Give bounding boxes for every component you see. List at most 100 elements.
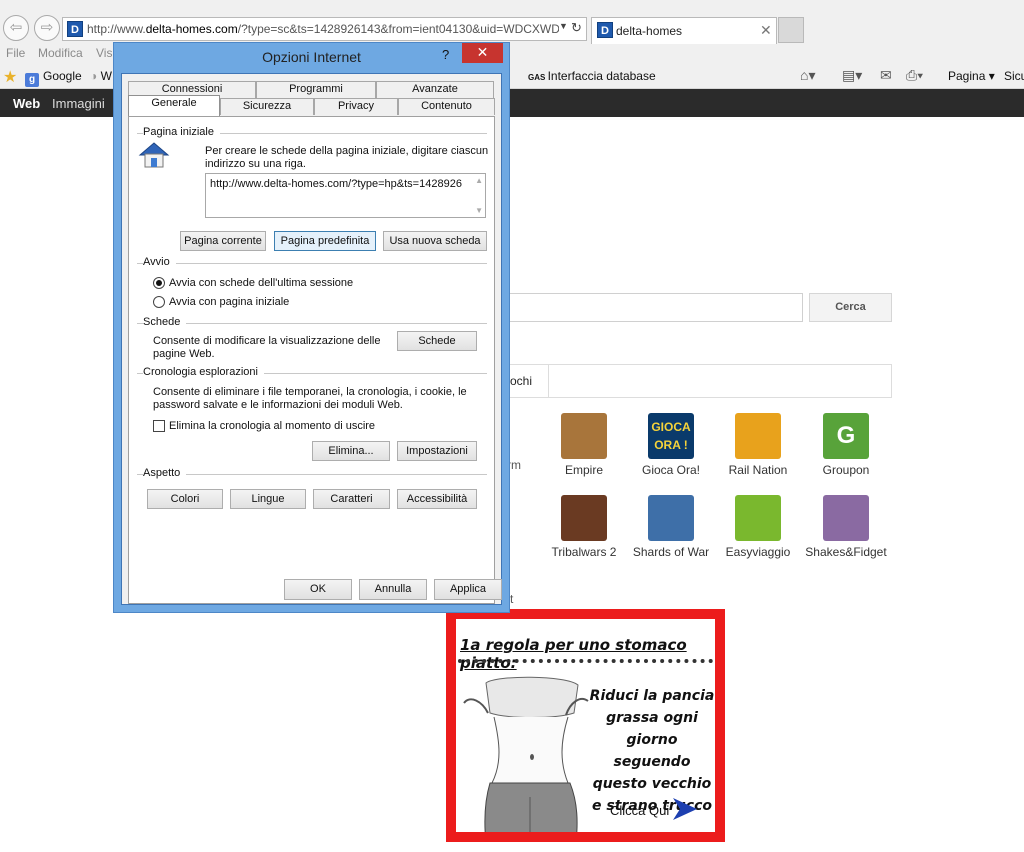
- delete-history-button[interactable]: Elimina...: [312, 441, 390, 461]
- colors-button[interactable]: Colori: [147, 489, 223, 509]
- fonts-button[interactable]: Caratteri: [313, 489, 390, 509]
- startup-group-label: Avvio: [143, 256, 176, 268]
- ad-banner[interactable]: 1a regola per uno stomaco piatto: Riduci…: [446, 609, 725, 842]
- startup-last-session-label: Avvia con schede dell'ultima sessione: [169, 277, 354, 289]
- ad-body-line-2: grassa ogni giorno: [606, 710, 698, 748]
- use-new-tab-button[interactable]: Usa nuova scheda: [383, 231, 487, 251]
- tab-programs[interactable]: Programmi: [256, 81, 376, 98]
- forward-arrow-icon: ⇨: [40, 19, 54, 36]
- startup-last-session-radio[interactable]: [153, 277, 165, 289]
- favorites-star-icon[interactable]: ★: [3, 67, 17, 87]
- fav-database-label: Interfaccia database: [547, 69, 656, 83]
- database-icon: GAS: [528, 73, 548, 82]
- tab-advanced[interactable]: Avanzate: [376, 81, 494, 98]
- game-tile[interactable]: GIOCA ORA ! Gioca Ora!: [626, 413, 716, 477]
- new-tab-button[interactable]: [778, 17, 804, 43]
- nav-web[interactable]: Web: [13, 96, 40, 111]
- menu-file[interactable]: File: [6, 46, 25, 60]
- game-tile[interactable]: Shakes&Fidget: [801, 495, 891, 559]
- tabs-settings-button[interactable]: Schede: [397, 331, 477, 351]
- ok-button[interactable]: OK: [284, 579, 352, 600]
- history-settings-button[interactable]: Impostazioni: [397, 441, 477, 461]
- game-label: Shakes&Fidget: [805, 545, 887, 559]
- tab-general[interactable]: Generale: [128, 95, 220, 116]
- dialog-close-button[interactable]: ✕: [462, 43, 503, 63]
- accessibility-button[interactable]: Accessibilità: [397, 489, 477, 509]
- safety-menu[interactable]: Sicu: [1004, 69, 1024, 83]
- appearance-group-label: Aspetto: [143, 467, 187, 479]
- address-text: http://www.delta-homes.com/?type=sc&ts=1…: [87, 22, 559, 36]
- use-default-button[interactable]: Pagina predefinita: [274, 231, 376, 251]
- game-tile[interactable]: Empire: [539, 413, 629, 477]
- fav-partial-icon: ◑: [90, 69, 101, 83]
- tabs-group-line: [137, 323, 487, 324]
- game-tile[interactable]: Easyviaggio: [713, 495, 803, 559]
- forward-button[interactable]: ⇨: [34, 15, 60, 41]
- ad-body-line-1: Riduci la pancia: [589, 688, 715, 704]
- nav-images[interactable]: Immagini: [52, 96, 105, 111]
- screen: ⇦ ⇨ D http://www.delta-homes.com/?type=s…: [0, 0, 1024, 852]
- back-button[interactable]: ⇦: [3, 15, 29, 41]
- tab-close-icon[interactable]: ✕: [760, 22, 772, 39]
- game-label: Rail Nation: [728, 463, 788, 477]
- search-button[interactable]: Cerca: [809, 293, 892, 322]
- cancel-button[interactable]: Annulla: [359, 579, 427, 600]
- category-games[interactable]: ochi: [510, 374, 532, 388]
- homepage-instructions-line-1: Per creare le schede della pagina inizia…: [205, 145, 489, 157]
- game-tile[interactable]: Tribalwars 2: [539, 495, 629, 559]
- mail-icon[interactable]: ✉: [880, 67, 892, 84]
- browser-toolbar: ⇦ ⇨ D http://www.delta-homes.com/?type=s…: [0, 0, 1024, 44]
- fav-database[interactable]: GAS Interfaccia database: [528, 69, 656, 83]
- fav-google[interactable]: g Google: [25, 69, 82, 87]
- history-description-line-1: Consente di eliminare i file temporanei,…: [153, 386, 467, 398]
- game-label: Shards of War: [632, 545, 710, 559]
- page-menu[interactable]: Pagina ▾: [948, 69, 995, 83]
- tab-privacy[interactable]: Privacy: [314, 98, 398, 115]
- ad-cta[interactable]: Clicca Qui: [610, 803, 669, 818]
- startup-home-page-label: Avvia con pagina iniziale: [169, 296, 290, 308]
- menu-edit[interactable]: Modifica: [38, 46, 83, 60]
- back-arrow-icon: ⇦: [9, 19, 23, 36]
- print-icon[interactable]: ⎙▾: [906, 67, 923, 84]
- home-icon[interactable]: ⌂▾: [800, 67, 815, 84]
- homepage-house-icon: [138, 142, 170, 168]
- tab-row-front: Generale Sicurezza Privacy Contenuto: [128, 95, 495, 116]
- browser-tab[interactable]: D delta-homes ✕: [591, 17, 777, 44]
- game-tile[interactable]: Rail Nation: [713, 413, 803, 477]
- search-input[interactable]: [505, 293, 803, 322]
- tab-content[interactable]: Contenuto: [398, 98, 495, 115]
- refresh-icon[interactable]: ↻: [571, 20, 582, 36]
- history-description: Consente di eliminare i file temporanei,…: [153, 386, 483, 412]
- homepage-instructions: Per creare le schede della pagina inizia…: [205, 145, 490, 171]
- use-current-button[interactable]: Pagina corrente: [180, 231, 266, 251]
- scroll-up-icon[interactable]: ▲: [475, 176, 483, 185]
- game-tile[interactable]: Shards of War: [626, 495, 716, 559]
- tabs-description-line-2: pagine Web.: [153, 348, 215, 360]
- game-thumbnail-icon: GIOCA ORA !: [648, 413, 694, 459]
- tabs-group-label: Schede: [143, 316, 187, 328]
- tab-security[interactable]: Sicurezza: [220, 98, 314, 115]
- delete-history-on-exit-checkbox[interactable]: [153, 420, 165, 432]
- startup-home-page-radio[interactable]: [153, 296, 165, 308]
- homepage-url-textarea[interactable]: http://www.delta-homes.com/?type=hp&ts=1…: [205, 173, 486, 218]
- languages-button[interactable]: Lingue: [230, 489, 306, 509]
- address-domain: delta-homes.com: [145, 22, 238, 36]
- help-icon[interactable]: ?: [442, 47, 449, 62]
- address-bar[interactable]: D http://www.delta-homes.com/?type=sc&ts…: [62, 17, 587, 41]
- appearance-group-line: [137, 474, 487, 475]
- startup-group-line: [137, 263, 487, 264]
- scroll-down-icon[interactable]: ▼: [475, 206, 483, 215]
- game-tile[interactable]: G Groupon: [801, 413, 891, 477]
- address-dropdown-icon[interactable]: ▼: [559, 21, 568, 31]
- game-thumbnail-icon: [561, 495, 607, 541]
- dialog-body: Connessioni Programmi Avanzate Generale …: [121, 73, 502, 605]
- history-group-label: Cronologia esplorazioni: [143, 366, 264, 378]
- category-bar: ochi: [505, 364, 892, 398]
- homepage-instructions-line-2: indirizzo su una riga.: [205, 158, 306, 170]
- ad-body-line-4: questo vecchio: [592, 776, 712, 792]
- fav-partial[interactable]: ◑ W: [90, 69, 112, 83]
- rss-icon[interactable]: ▤▾: [842, 67, 862, 84]
- address-prefix: http://www.: [87, 22, 146, 36]
- apply-button[interactable]: Applica: [434, 579, 502, 600]
- ad-body-line-3: seguendo: [613, 754, 691, 770]
